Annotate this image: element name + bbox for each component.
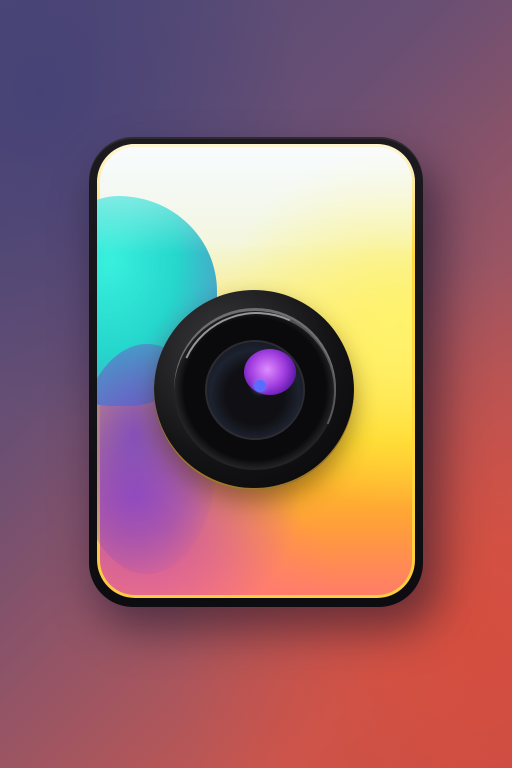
gloss-highlight <box>97 144 415 254</box>
icon-scene <box>0 0 512 768</box>
lens-center-dot <box>254 380 266 392</box>
lens-glint <box>244 349 296 395</box>
